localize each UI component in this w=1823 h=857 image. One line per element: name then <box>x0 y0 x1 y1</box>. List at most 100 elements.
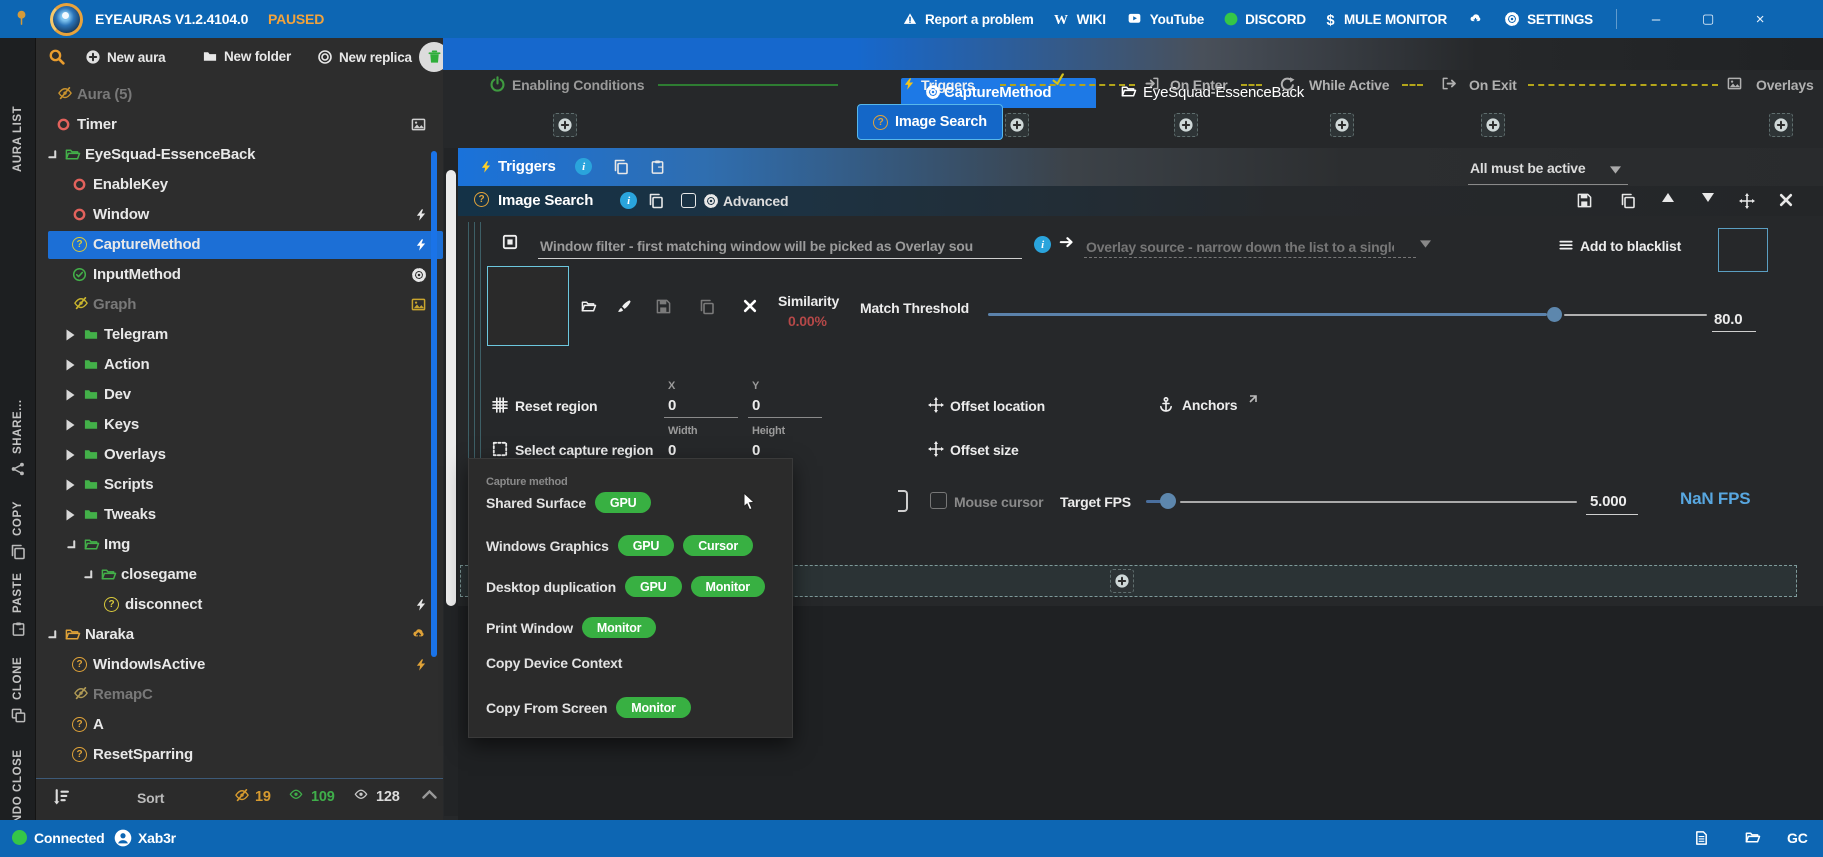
pin-icon[interactable] <box>14 9 29 26</box>
rail-paste[interactable]: PASTE <box>0 561 36 637</box>
add-node-button[interactable] <box>1005 113 1029 137</box>
tree-item-img[interactable]: Img <box>36 530 443 560</box>
y-field[interactable]: 0 <box>752 397 760 414</box>
width-field[interactable]: 0 <box>668 442 676 459</box>
minimize-button[interactable]: – <box>1643 11 1669 28</box>
tree-item-graph[interactable]: Graph <box>36 290 443 320</box>
info-icon[interactable]: i <box>620 192 637 209</box>
panel-scrollbar[interactable] <box>446 170 456 606</box>
username[interactable]: Xab3r <box>138 830 176 846</box>
tree-item-overlays[interactable]: Overlays <box>36 440 443 470</box>
expand-arrow-icon[interactable] <box>66 359 75 371</box>
move-up-icon[interactable] <box>1662 193 1674 202</box>
tree-item-eyesquad-essenceback[interactable]: EyeSquad-EssenceBack <box>36 140 443 170</box>
mouse-cursor-label[interactable]: Mouse cursor <box>954 494 1043 510</box>
clear-image-icon[interactable] <box>743 299 757 313</box>
tree-item-scripts[interactable]: Scripts <box>36 470 443 500</box>
capture-method-option-print-window[interactable]: Print WindowMonitor <box>486 617 656 638</box>
tree-item-telegram[interactable]: Telegram <box>36 320 443 350</box>
rail-share[interactable]: SHARE... <box>0 382 36 476</box>
tree-item-action[interactable]: Action <box>36 350 443 380</box>
search-icon[interactable] <box>48 48 65 65</box>
titlebar-link-discord[interactable]: DISCORD <box>1224 12 1306 27</box>
add-node-button[interactable] <box>553 113 577 137</box>
sort-icon[interactable] <box>53 788 70 805</box>
advanced-checkbox[interactable] <box>681 193 696 208</box>
window-filter-input[interactable]: Window filter - first matching window wi… <box>540 238 1018 254</box>
new-aura-button[interactable]: New aura <box>85 49 165 65</box>
capture-method-option-copy-device-context[interactable]: Copy Device Context <box>486 655 622 671</box>
titlebar-link-mule-monitor[interactable]: $MULE MONITOR <box>1326 12 1447 27</box>
collapse-arrow-icon[interactable] <box>47 149 58 160</box>
reset-region-button[interactable]: Reset region <box>515 398 597 414</box>
offset-location-button[interactable]: Offset location <box>950 398 1045 414</box>
add-node-button[interactable] <box>1769 113 1793 137</box>
save-icon[interactable] <box>1577 193 1592 208</box>
rail-aura-list[interactable]: AURA LIST <box>0 82 36 172</box>
threshold-slider-handle[interactable] <box>1547 307 1562 322</box>
height-field[interactable]: 0 <box>752 442 760 459</box>
copy-icon[interactable] <box>648 193 664 209</box>
titlebar-link-wiki[interactable]: WWIKI <box>1054 12 1106 27</box>
add-node-button[interactable] <box>1481 113 1505 137</box>
image-search-trigger-chip[interactable]: ? Image Search <box>857 104 1003 140</box>
chevron-up-icon[interactable] <box>422 790 437 799</box>
capture-method-option-desktop-duplication[interactable]: Desktop duplicationGPUMonitor <box>486 576 765 597</box>
copy-image-icon[interactable] <box>699 299 715 315</box>
new-folder-button[interactable]: New folder <box>202 49 291 64</box>
advanced-label[interactable]: Advanced <box>723 193 788 209</box>
add-node-button[interactable] <box>1330 113 1354 137</box>
capture-method-option-shared-surface[interactable]: Shared SurfaceGPU <box>486 492 651 513</box>
tree-item-remapc[interactable]: RemapC <box>36 680 443 710</box>
stop-square-icon[interactable] <box>502 234 518 250</box>
log-file-icon[interactable] <box>1694 830 1709 846</box>
tree-item-windowisactive[interactable]: ?WindowIsActive <box>36 650 443 680</box>
tree-item-tweaks[interactable]: Tweaks <box>36 500 443 530</box>
move-icon[interactable] <box>1739 193 1755 209</box>
caret-down-icon[interactable] <box>1610 166 1621 174</box>
tree-item-a[interactable]: ?A <box>36 710 443 740</box>
image-preview-box[interactable] <box>487 266 569 346</box>
mouse-cursor-checkbox[interactable] <box>930 492 947 509</box>
rail-clone[interactable]: CLONE <box>0 644 36 723</box>
threshold-slider-track[interactable] <box>1564 314 1707 316</box>
close-icon[interactable] <box>1779 193 1793 207</box>
pipeline-stage-on-exit[interactable]: On Exit <box>1469 77 1517 93</box>
fps-value-field[interactable]: 5.000 <box>1590 493 1627 510</box>
threshold-value[interactable]: 80.0 <box>1714 311 1742 328</box>
brush-icon[interactable] <box>617 299 632 314</box>
caret-down-icon[interactable] <box>1420 240 1431 248</box>
add-button[interactable] <box>1110 569 1134 593</box>
anchors-button[interactable]: Anchors <box>1182 397 1237 413</box>
save-image-icon[interactable] <box>656 299 671 314</box>
collapse-arrow-icon[interactable] <box>83 569 94 580</box>
titlebar-link-report-a-problem[interactable]: Report a problem <box>902 12 1034 27</box>
tree-item-naraka[interactable]: Naraka <box>36 620 443 650</box>
paste-icon[interactable] <box>650 159 665 175</box>
tree-item-keys[interactable]: Keys <box>36 410 443 440</box>
collapse-arrow-icon[interactable] <box>47 629 58 640</box>
duplicate-icon[interactable] <box>1620 193 1636 209</box>
fps-slider-track[interactable] <box>1180 501 1577 503</box>
expand-arrow-icon[interactable] <box>66 479 75 491</box>
blacklist-preview-box[interactable] <box>1718 228 1768 272</box>
open-folder-icon[interactable] <box>1744 830 1761 845</box>
titlebar-link-cloud[interactable] <box>1467 13 1484 25</box>
add-to-blacklist-button[interactable]: Add to blacklist <box>1580 238 1681 254</box>
copy-icon[interactable] <box>613 159 629 175</box>
tree-item-closegame[interactable]: closegame <box>36 560 443 590</box>
tree-item-timer[interactable]: Timer <box>36 110 443 140</box>
expand-arrow-icon[interactable] <box>66 509 75 521</box>
close-button[interactable]: × <box>1747 11 1773 28</box>
capture-method-option-windows-graphics[interactable]: Windows GraphicsGPUCursor <box>486 535 753 556</box>
tree-item-dev[interactable]: Dev <box>36 380 443 410</box>
tree-item-enablekey[interactable]: EnableKey <box>36 170 443 200</box>
sort-label[interactable]: Sort <box>137 790 164 806</box>
gc-button[interactable]: GC <box>1787 830 1808 846</box>
select-capture-region-button[interactable]: Select capture region <box>515 442 653 458</box>
trigger-policy-select[interactable]: All must be active <box>1470 160 1585 176</box>
expand-arrow-icon[interactable] <box>66 329 75 341</box>
open-image-icon[interactable] <box>580 299 597 314</box>
rail-copy[interactable]: COPY <box>0 486 36 560</box>
new-replica-button[interactable]: New replica <box>317 49 412 65</box>
